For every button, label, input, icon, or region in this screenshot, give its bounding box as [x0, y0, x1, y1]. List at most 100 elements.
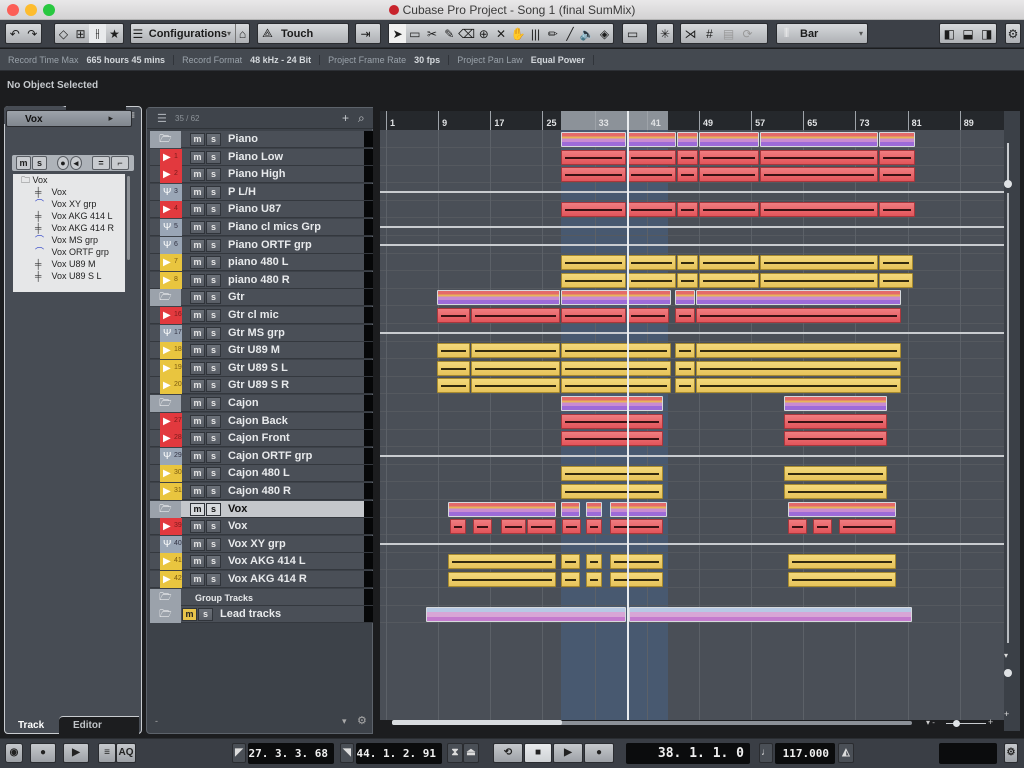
project-cursor[interactable]: [627, 130, 630, 720]
quantize-icon[interactable]: ⟳: [738, 24, 757, 43]
audio-event[interactable]: [676, 273, 698, 288]
solo-button[interactable]: s: [206, 538, 221, 551]
audio-event[interactable]: [561, 466, 663, 481]
hand-tool-icon[interactable]: ✋: [510, 24, 527, 43]
auto-quantize-button[interactable]: AQ: [116, 743, 136, 763]
solo-button[interactable]: s: [198, 608, 213, 621]
track-row[interactable]: ▶ 42 m s Vox AKG 414 R: [150, 571, 364, 588]
audio-event[interactable]: [561, 273, 627, 288]
solo-button[interactable]: s: [206, 239, 221, 252]
audio-event[interactable]: [449, 519, 467, 534]
automation-mode-dropdown[interactable]: ⟁ Touch: [257, 23, 349, 44]
folder-part[interactable]: [447, 502, 556, 517]
vertical-scrollbar[interactable]: [1007, 193, 1009, 643]
audio-event[interactable]: [783, 414, 888, 429]
solo-button[interactable]: s: [206, 309, 221, 322]
audio-event[interactable]: [436, 343, 470, 358]
mute-button[interactable]: m: [190, 151, 205, 164]
track-row[interactable]: Ψ 5 m s Piano cl mics Grp: [150, 219, 364, 236]
mute-button[interactable]: m: [190, 573, 205, 586]
record-mode-button[interactable]: ●: [30, 743, 56, 763]
track-name[interactable]: Vox AKG 414 L: [228, 555, 306, 567]
track-row[interactable]: ▶ 39 m s Vox: [150, 518, 364, 535]
lower-zone-icon[interactable]: ⬓: [959, 24, 978, 43]
audio-event[interactable]: [878, 202, 916, 217]
mute-button[interactable]: m: [190, 467, 205, 480]
mute-button[interactable]: m: [190, 344, 205, 357]
inspector-solo-button[interactable]: s: [32, 156, 47, 170]
audio-event[interactable]: [472, 519, 492, 534]
track-row[interactable]: ▶ 2 m s Piano High: [150, 166, 364, 183]
audio-event[interactable]: [676, 202, 698, 217]
audio-event[interactable]: [675, 361, 695, 376]
mute-button[interactable]: m: [190, 379, 205, 392]
zoom-tool-icon[interactable]: ⊕: [475, 24, 492, 43]
track-row[interactable]: 🗁 m s Piano: [150, 131, 364, 148]
project-window[interactable]: [380, 130, 1004, 720]
mute-button[interactable]: m: [190, 450, 205, 463]
save-config-icon[interactable]: ⌂: [234, 24, 249, 43]
time-warp-tool-icon[interactable]: |||: [527, 24, 544, 43]
audio-event[interactable]: [759, 167, 878, 182]
lock-icon[interactable]: ⌐: [111, 156, 129, 170]
audio-event[interactable]: [561, 572, 580, 587]
track-name[interactable]: Cajon Front: [228, 432, 290, 444]
mute-button[interactable]: m: [190, 555, 205, 568]
folder-child-item[interactable]: ╪ Vox U89 M: [13, 258, 125, 270]
audio-event[interactable]: [759, 255, 878, 270]
track-row[interactable]: 🗁 Group Tracks: [150, 589, 364, 606]
solo-button[interactable]: s: [206, 186, 221, 199]
track-lane[interactable]: [380, 395, 1004, 412]
folder-part[interactable]: [629, 607, 913, 622]
project-tree-icon[interactable]: ⊞: [72, 24, 89, 43]
solo-button[interactable]: s: [206, 555, 221, 568]
zoom-out-horizontal-icon[interactable]: ▾ -: [926, 718, 935, 727]
nudge-button[interactable]: ✳: [656, 23, 674, 44]
audio-event[interactable]: [675, 378, 695, 393]
track-name[interactable]: Piano: [228, 133, 258, 145]
track-row[interactable]: 🗁 m s Lead tracks: [150, 606, 364, 623]
right-zone-icon[interactable]: ◨: [977, 24, 996, 43]
audio-event[interactable]: [675, 308, 695, 323]
mute-button[interactable]: m: [190, 432, 205, 445]
split-tool-icon[interactable]: ✂: [423, 24, 440, 43]
cycle-record-mode-button[interactable]: ▶: [63, 743, 89, 763]
audio-event[interactable]: [585, 519, 603, 534]
mute-button[interactable]: m: [190, 520, 205, 533]
track-row[interactable]: ▶ 7 m s piano 480 L: [150, 254, 364, 271]
mute-button[interactable]: m: [190, 291, 205, 304]
audio-event[interactable]: [675, 343, 695, 358]
audio-event[interactable]: [698, 150, 759, 165]
folder-child-item[interactable]: ╪ Vox U89 S L: [13, 270, 125, 282]
folder-part[interactable]: [878, 132, 916, 147]
tempo-track-icon[interactable]: ♩: [759, 743, 773, 763]
audio-event[interactable]: [436, 378, 470, 393]
folder-part[interactable]: [783, 396, 888, 411]
folder-part[interactable]: [585, 502, 603, 517]
search-icon[interactable]: ⌕: [358, 111, 365, 126]
audio-event[interactable]: [878, 255, 914, 270]
folder-part[interactable]: [436, 290, 561, 305]
track-name[interactable]: Vox AKG 414 R: [228, 573, 307, 585]
mute-button[interactable]: m: [190, 168, 205, 181]
solo-button[interactable]: s: [206, 362, 221, 375]
line-tool-icon[interactable]: ╱: [561, 24, 578, 43]
track-row[interactable]: ▶ 4 m s Piano U87: [150, 201, 364, 218]
audio-event[interactable]: [561, 414, 663, 429]
track-row[interactable]: 🗁 m s Cajon: [150, 395, 364, 412]
audio-event[interactable]: [676, 255, 698, 270]
audio-event[interactable]: [787, 572, 896, 587]
range-tool-icon[interactable]: ▭: [406, 24, 423, 43]
track-lane[interactable]: [380, 430, 1004, 447]
folder-part[interactable]: [561, 396, 663, 411]
track-row[interactable]: ▶ 16 m s Gtr cl mic: [150, 307, 364, 324]
track-row[interactable]: Ψ 40 m s Vox XY grp: [150, 536, 364, 553]
tempo-display[interactable]: 117.000: [775, 743, 835, 764]
audio-event[interactable]: [561, 343, 671, 358]
mute-button[interactable]: m: [190, 362, 205, 375]
track-row[interactable]: 🗁 m s Vox: [150, 501, 364, 518]
solo-button[interactable]: s: [206, 415, 221, 428]
color-menu-button[interactable]: ▭: [622, 23, 648, 44]
track-name[interactable]: Gtr U89 M: [228, 344, 280, 356]
vertical-zoom-handle[interactable]: [1004, 669, 1012, 677]
